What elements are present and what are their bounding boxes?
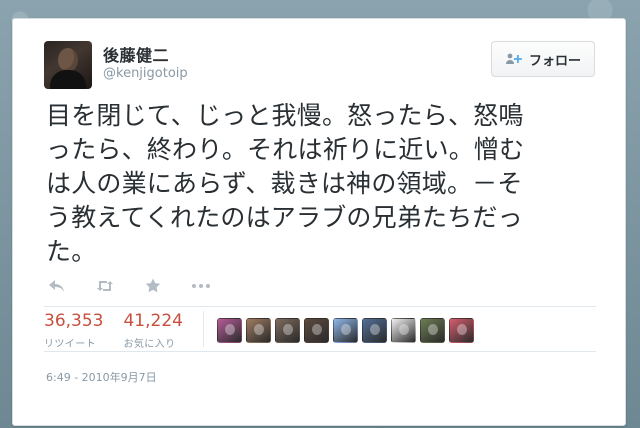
tweet-line-3: は人の業にあらず、裁きは神の領域。－そ [46, 169, 523, 198]
tweet-stats: 36,353 リツイート 41,224 お気に入り [44, 312, 183, 350]
retweet-stat[interactable]: 36,353 リツイート [44, 312, 103, 350]
favorite-button[interactable] [143, 276, 163, 296]
engager-avatar-6[interactable] [362, 318, 387, 343]
stats-bottom-divider [44, 351, 596, 352]
tweet-timestamp[interactable]: 6:49 - 2010年9月7日 [46, 369, 157, 385]
tweet-line-2: ったら、終わり。それは祈りに近い。憎む [46, 135, 525, 164]
engager-avatar-8[interactable] [420, 318, 445, 343]
username-handle[interactable]: @kenjigotoip [103, 66, 188, 81]
more-icon [192, 284, 210, 288]
favorite-star-icon [145, 278, 161, 293]
follow-user-icon [505, 53, 523, 65]
favorite-label: お気に入り [123, 339, 176, 350]
engager-avatar-1[interactable] [217, 318, 242, 343]
stats-separator [203, 311, 204, 347]
follow-button[interactable]: フォロー [491, 41, 595, 77]
reply-button[interactable] [47, 276, 67, 296]
engager-avatar-9[interactable] [449, 318, 474, 343]
retweet-count: 36,353 [44, 311, 104, 331]
reply-icon [49, 280, 64, 292]
tweet-line-5: た。 [46, 237, 97, 266]
engager-avatar-5[interactable] [333, 318, 358, 343]
more-button[interactable] [191, 276, 211, 296]
stats-top-divider [44, 306, 596, 307]
favorite-stat[interactable]: 41,224 お気に入り [123, 312, 182, 350]
profile-avatar[interactable] [44, 41, 92, 89]
engager-avatar-3[interactable] [275, 318, 300, 343]
retweet-button[interactable] [95, 276, 115, 296]
engager-avatars [217, 318, 474, 343]
tweet-line-4: う教えてくれたのはアラブの兄弟たちだっ [46, 203, 523, 232]
engager-avatar-2[interactable] [246, 318, 271, 343]
follow-button-label: フォロー [528, 53, 581, 69]
display-name[interactable]: 後藤健二 [103, 42, 169, 66]
engager-avatar-4[interactable] [304, 318, 329, 343]
tweet-line-1: 目を閉じて、じっと我慢。怒ったら、怒鳴 [46, 101, 524, 130]
retweet-label: リツイート [44, 339, 96, 350]
favorite-count: 41,224 [123, 311, 183, 331]
retweet-icon [97, 281, 113, 291]
tweet-card: 後藤健二 @kenjigotoip フォロー 目を閉じて、じっと我慢。怒ったら、… [12, 18, 626, 426]
tweet-actions [47, 276, 211, 296]
tweet-text: 目を閉じて、じっと我慢。怒ったら、怒鳴 ったら、終わり。それは祈りに近い。憎む … [46, 99, 606, 269]
engager-avatar-7[interactable] [391, 318, 416, 343]
